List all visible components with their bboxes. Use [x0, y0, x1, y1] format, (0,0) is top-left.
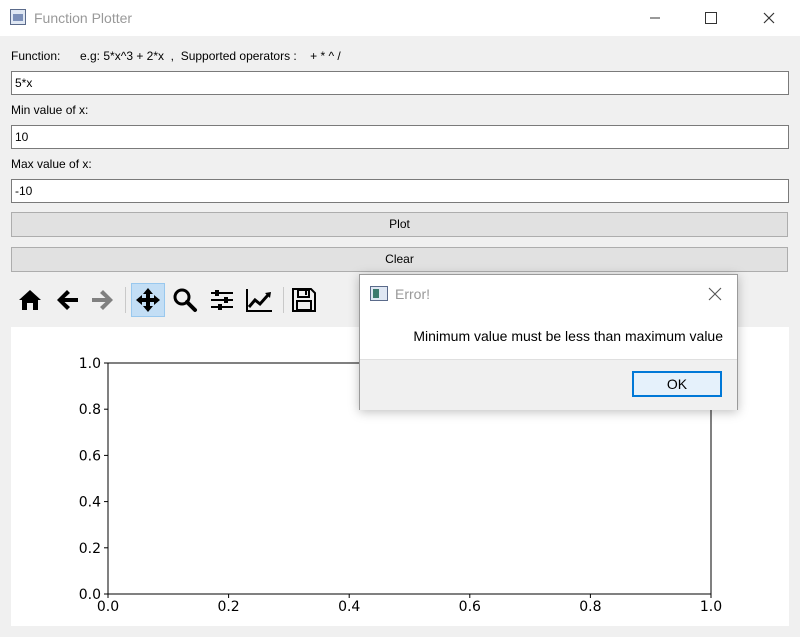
home-button[interactable] [13, 283, 47, 317]
customize-icon [246, 289, 272, 312]
customize-button[interactable] [242, 283, 276, 317]
window-title: Function Plotter [34, 10, 133, 26]
pan-button[interactable] [131, 283, 165, 317]
minimize-icon [650, 17, 660, 19]
save-icon [292, 288, 316, 312]
min-x-input[interactable]: 10 [11, 125, 789, 149]
back-icon [57, 290, 78, 310]
dialog-footer: OK [360, 359, 737, 410]
x-tick-label: 0.6 [459, 599, 481, 615]
maximize-button[interactable] [688, 0, 734, 36]
close-icon [708, 287, 722, 301]
y-tick-label: 0.4 [79, 495, 101, 511]
plot-button[interactable]: Plot [11, 212, 788, 237]
zoom-button[interactable] [168, 283, 202, 317]
function-label: Function: [11, 49, 61, 63]
max-x-input[interactable]: -10 [11, 179, 789, 203]
pan-icon [136, 288, 160, 312]
save-button[interactable] [287, 283, 321, 317]
toolbar-separator [125, 287, 126, 313]
toolbar-separator [283, 287, 284, 313]
y-tick-label: 0.0 [79, 587, 101, 603]
dialog-close-button[interactable] [707, 286, 723, 302]
dialog-title: Error! [395, 286, 430, 302]
x-tick-label: 1.0 [700, 599, 722, 615]
minimize-button[interactable] [632, 0, 678, 36]
dialog-message: Minimum value must be less than maximum … [413, 328, 723, 344]
maximize-icon [705, 12, 717, 24]
y-tick-label: 0.2 [79, 541, 101, 557]
subplots-button[interactable] [205, 283, 239, 317]
x-tick-label: 0.2 [217, 599, 239, 615]
x-tick-label: 0.4 [338, 599, 360, 615]
max-x-label: Max value of x: [11, 157, 92, 171]
ok-button[interactable]: OK [632, 371, 722, 397]
subplots-icon [211, 290, 233, 310]
error-dialog: Error! Minimum value must be less than m… [359, 274, 738, 410]
close-button[interactable] [746, 0, 792, 36]
y-tick-label: 1.0 [79, 356, 101, 372]
app-window-icon [10, 9, 26, 25]
function-hint: e.g: 5*x^3 + 2*x , Supported operators :… [80, 49, 341, 63]
zoom-icon [173, 288, 197, 312]
min-x-label: Min value of x: [11, 103, 89, 117]
back-button[interactable] [50, 283, 84, 317]
y-tick-label: 0.6 [79, 448, 101, 464]
y-tick-label: 0.8 [79, 402, 101, 418]
dialog-window-icon [370, 286, 388, 301]
close-icon [763, 12, 775, 24]
clear-button[interactable]: Clear [11, 247, 788, 272]
x-tick-label: 0.8 [579, 599, 601, 615]
title-bar: Function Plotter [0, 0, 800, 36]
function-input[interactable]: 5*x [11, 71, 789, 95]
forward-button[interactable] [86, 283, 120, 317]
forward-icon [92, 290, 113, 310]
home-icon [19, 290, 41, 310]
